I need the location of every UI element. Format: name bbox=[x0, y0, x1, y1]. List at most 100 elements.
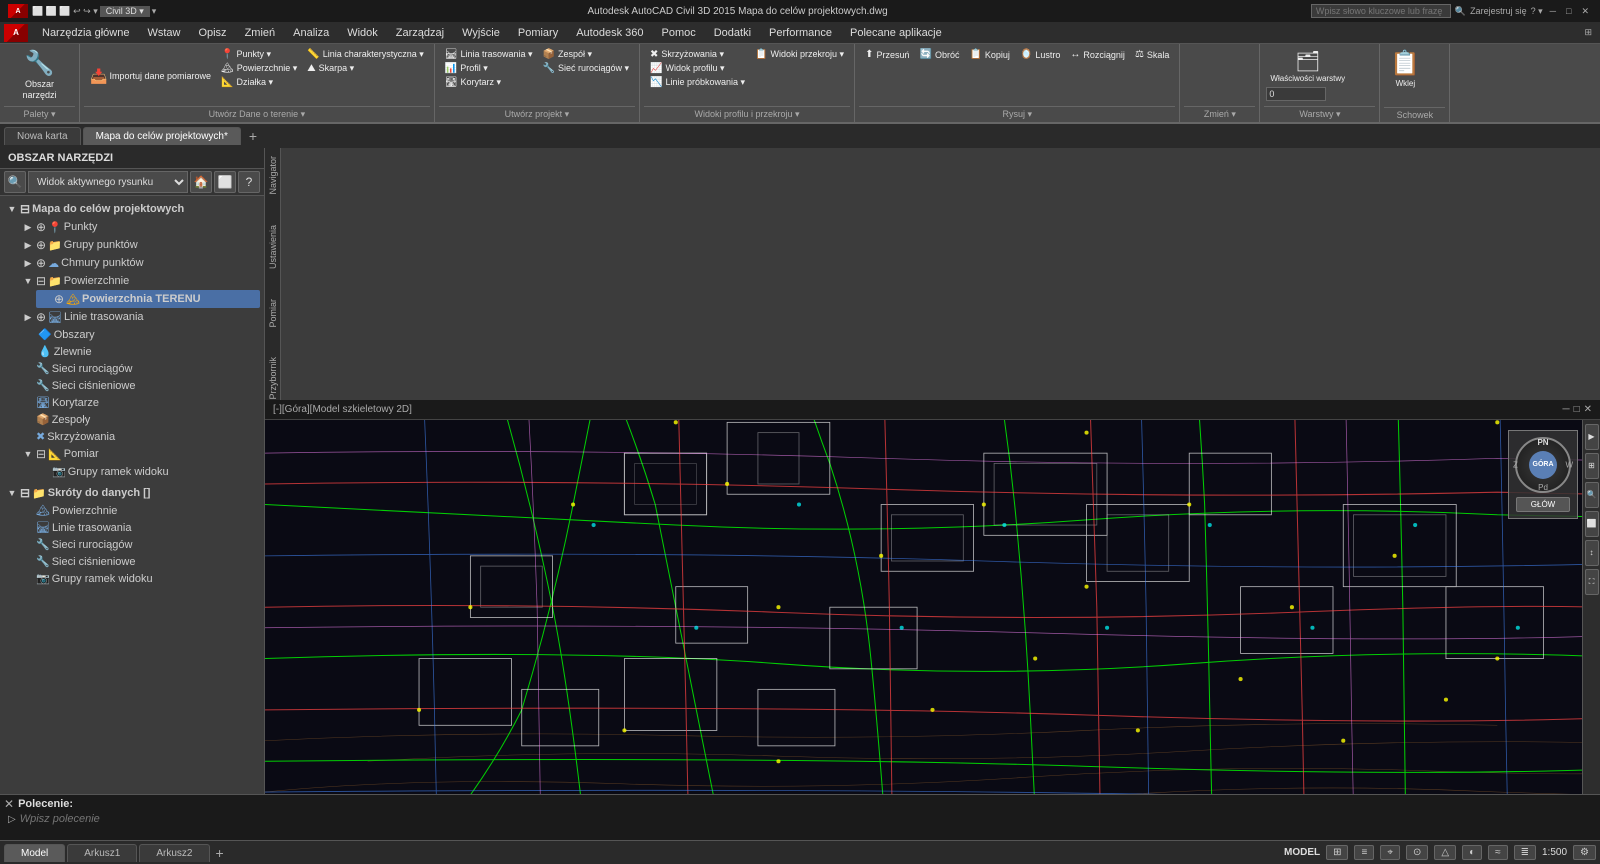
ribbon-btn-przesun[interactable]: ⬆ Przesuń bbox=[861, 48, 913, 61]
menu-dodatki[interactable]: Dodatki bbox=[706, 25, 759, 41]
tree-item-root[interactable]: ▼ ⊟ Mapa do celów projektowych bbox=[4, 200, 260, 218]
tree-item-skr-sr[interactable]: 🔧 Sieci rurociągów bbox=[20, 536, 260, 553]
doc-tab-new[interactable]: Nowa karta bbox=[4, 127, 81, 145]
viewport-minimize[interactable]: ─ bbox=[1562, 404, 1569, 415]
ribbon-btn-obszar[interactable]: 🔧 Obszar narzędzi bbox=[6, 48, 73, 102]
grid-btn[interactable]: ⊞ bbox=[1326, 845, 1348, 860]
menu-narzedzia[interactable]: Narzędzia główne bbox=[34, 25, 137, 41]
panel-new-btn[interactable]: ⬜ bbox=[214, 171, 236, 193]
osnap-btn[interactable]: △ bbox=[1434, 845, 1456, 860]
snap-btn[interactable]: ≡ bbox=[1354, 845, 1374, 860]
ribbon-btn-siec-rur[interactable]: 🔧 Sieć rurociągów ▾ bbox=[539, 62, 634, 75]
menu-wstaw[interactable]: Wstaw bbox=[139, 25, 188, 41]
tree-item-obszary[interactable]: 🔷 Obszary bbox=[20, 326, 260, 343]
help-icon[interactable]: ? ▾ bbox=[1531, 6, 1543, 17]
workspace-btn[interactable]: ⚙ bbox=[1573, 845, 1596, 860]
viewport-restore[interactable]: □ bbox=[1574, 404, 1580, 415]
doc-tab-add[interactable]: + bbox=[243, 126, 263, 146]
layer-number-input[interactable] bbox=[1266, 87, 1326, 101]
ribbon-btn-widok-prof[interactable]: 📈 Widok profilu ▾ bbox=[646, 62, 749, 75]
ribbon-btn-importuj[interactable]: 📥Importuj dane pomiarowe bbox=[86, 48, 215, 104]
ribbon-btn-punkty[interactable]: 📍 Punkty ▾ bbox=[217, 48, 301, 61]
tab-arkusz1[interactable]: Arkusz1 bbox=[67, 844, 137, 862]
right-tool-2[interactable]: ⊞ bbox=[1585, 453, 1599, 479]
tree-item-chmury[interactable]: ▶ ⊕ ☁ Chmury punktów bbox=[20, 254, 260, 272]
tree-item-skr-pow[interactable]: 🏔 Powierzchnie bbox=[20, 502, 260, 519]
otrack-btn[interactable]: ◐ bbox=[1462, 845, 1482, 860]
tree-item-skr-lin[interactable]: 🛤 Linie trasowania bbox=[20, 519, 260, 536]
ribbon-btn-widoki-prz[interactable]: 📋 Widoki przekroju ▾ bbox=[751, 48, 848, 61]
tree-item-skrzyzowania[interactable]: ✖ Skrzyżowania bbox=[20, 428, 260, 445]
tree-item-grupy-ramek[interactable]: 📷 Grupy ramek widoku bbox=[36, 463, 260, 480]
menu-polecane[interactable]: Polecane aplikacje bbox=[842, 25, 950, 41]
ribbon-btn-obroc[interactable]: 🔄 Obróć bbox=[915, 48, 963, 61]
tab-model[interactable]: Model bbox=[4, 844, 65, 862]
right-tool-1[interactable]: ▶ bbox=[1585, 424, 1599, 450]
right-tool-6[interactable]: ⛶ bbox=[1585, 569, 1599, 595]
ribbon-btn-skala[interactable]: ⚖ Skala bbox=[1131, 48, 1173, 61]
menu-zmien[interactable]: Zmień bbox=[237, 25, 284, 41]
tree-item-powierzchnia-terenu[interactable]: ⊕ 🏔 Powierzchnia TERENU bbox=[36, 290, 260, 308]
ribbon-btn-zespol[interactable]: 📦 Zespół ▾ bbox=[539, 48, 634, 61]
restore-btn[interactable]: □ bbox=[1563, 6, 1574, 16]
ribbon-btn-skarpa[interactable]: ⛰ Skarpa ▾ bbox=[303, 62, 428, 75]
lineweight-btn[interactable]: ≈ bbox=[1488, 845, 1508, 860]
menu-zarzadzaj[interactable]: Zarządzaj bbox=[388, 25, 452, 41]
menu-analiza[interactable]: Analiza bbox=[285, 25, 337, 41]
viewport-close[interactable]: ✕ bbox=[1584, 404, 1592, 415]
panel-help-btn[interactable]: ? bbox=[238, 171, 260, 193]
menu-opisz[interactable]: Opisz bbox=[190, 25, 234, 41]
cmd-field[interactable] bbox=[20, 813, 1592, 825]
panel-home-btn[interactable]: 🏠 bbox=[190, 171, 212, 193]
ribbon-btn-kopiuj[interactable]: 📋 Kopiuj bbox=[965, 48, 1013, 61]
ribbon-btn-powierzchnie[interactable]: 🏔 Powierzchnie ▾ bbox=[217, 62, 301, 75]
menu-performance[interactable]: Performance bbox=[761, 25, 840, 41]
close-btn[interactable]: ✕ bbox=[1578, 6, 1592, 17]
ribbon-btn-dzialka[interactable]: 📐 Działka ▾ bbox=[217, 76, 301, 89]
polar-btn[interactable]: ⊙ bbox=[1406, 845, 1428, 860]
ribbon-btn-linia-char[interactable]: 📏 Linia charakterystyczna ▾ bbox=[303, 48, 428, 61]
ribbon-btn-skrzyzowania[interactable]: ✖ Skrzyżowania ▾ bbox=[646, 48, 749, 61]
tree-item-zlewnie[interactable]: 💧 Zlewnie bbox=[20, 343, 260, 360]
nav-bottom-btn[interactable]: GŁÓW bbox=[1516, 497, 1570, 512]
tree-item-linie-tras[interactable]: ▶ ⊕ 🛤 Linie trasowania bbox=[20, 308, 260, 326]
settings-btn[interactable]: ≣ bbox=[1514, 845, 1536, 860]
right-tool-4[interactable]: ⬜ bbox=[1585, 511, 1599, 537]
tab-add[interactable]: + bbox=[212, 845, 228, 861]
search-input[interactable] bbox=[1311, 4, 1451, 18]
ribbon-btn-rozciagnij[interactable]: ↔ Rozciągnij bbox=[1066, 48, 1129, 61]
menu-autodesk360[interactable]: Autodesk 360 bbox=[568, 25, 651, 41]
menu-pomoc[interactable]: Pomoc bbox=[653, 25, 703, 41]
ribbon-btn-wlasciwosci[interactable]: 🗂 Właściwości warstwy bbox=[1266, 48, 1349, 86]
ribbon-btn-wklej[interactable]: 📋 Wklej bbox=[1386, 48, 1424, 90]
tree-item-zespoly[interactable]: 📦 Zespoły bbox=[20, 411, 260, 428]
doc-tab-mapa[interactable]: Mapa do celów projektowych* bbox=[83, 127, 241, 145]
right-tool-3[interactable]: 🔍 bbox=[1585, 482, 1599, 508]
ribbon-btn-linie-prob[interactable]: 📉 Linie próbkowania ▾ bbox=[646, 76, 749, 89]
menu-widok[interactable]: Widok bbox=[339, 25, 386, 41]
tab-arkusz2[interactable]: Arkusz2 bbox=[139, 844, 209, 862]
tree-item-skr-gr[interactable]: 📷 Grupy ramek widoku bbox=[20, 570, 260, 587]
tree-item-skroty[interactable]: ▼ ⊟ 📁 Skróty do danych [] bbox=[4, 484, 260, 502]
ribbon-btn-lustro[interactable]: 🪞 Lustro bbox=[1016, 48, 1064, 61]
panel-search-btn[interactable]: 🔍 bbox=[4, 171, 26, 193]
minimize-btn[interactable]: ─ bbox=[1547, 6, 1559, 16]
ribbon-btn-profil[interactable]: 📊 Profil ▾ bbox=[441, 62, 537, 75]
tree-item-sieci-rur[interactable]: 🔧 Sieci rurociągów bbox=[20, 360, 260, 377]
tree-item-powierzchnie[interactable]: ▼ ⊟ 📁 Powierzchnie bbox=[20, 272, 260, 290]
tree-item-punkty[interactable]: ▶ ⊕ 📍 Punkty bbox=[20, 218, 260, 236]
viewport[interactable]: X ✕ PN Pd W Z GÓRA bbox=[265, 420, 1600, 794]
cmd-close-btn[interactable]: ✕ bbox=[4, 797, 14, 811]
menu-wyjscie[interactable]: Wyjście bbox=[454, 25, 508, 41]
tree-item-sieci-cisn[interactable]: 🔧 Sieci ciśnieniowe bbox=[20, 377, 260, 394]
tree-item-skr-sc[interactable]: 🔧 Sieci ciśnieniowe bbox=[20, 553, 260, 570]
view-dropdown[interactable]: Widok aktywnego rysunku bbox=[28, 171, 188, 193]
tree-item-grupy-pkt[interactable]: ▶ ⊕ 📁 Grupy punktów bbox=[20, 236, 260, 254]
app-menu-logo[interactable]: A bbox=[4, 24, 28, 42]
tree-item-pomiar[interactable]: ▼ ⊟ 📐 Pomiar bbox=[20, 445, 260, 463]
tree-item-korytarze[interactable]: 🛣 Korytarze bbox=[20, 394, 260, 411]
right-tool-5[interactable]: ↕ bbox=[1585, 540, 1599, 566]
menu-pomiary[interactable]: Pomiary bbox=[510, 25, 566, 41]
ribbon-btn-korytarz[interactable]: 🛣 Korytarz ▾ bbox=[441, 76, 537, 89]
ribbon-btn-linia-tras[interactable]: 🛤 Linia trasowania ▾ bbox=[441, 48, 537, 61]
